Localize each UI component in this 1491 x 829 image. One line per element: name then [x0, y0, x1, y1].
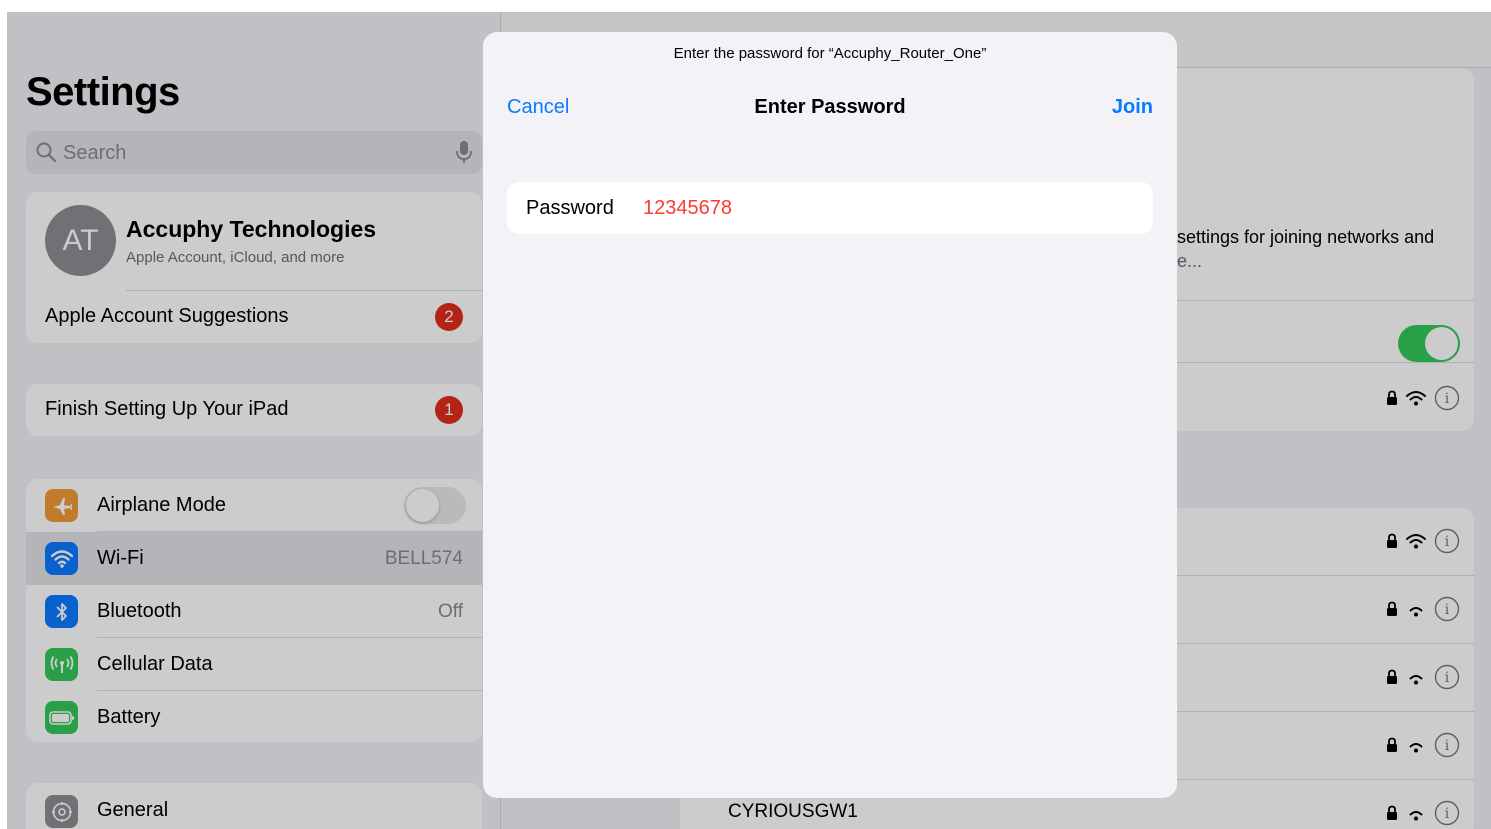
password-label: Password [526, 197, 614, 219]
enter-password-sheet: Enter the password for “Accuphy_Router_O… [483, 32, 1177, 798]
modal-prompt: Enter the password for “Accuphy_Router_O… [673, 45, 987, 62]
password-field[interactable]: Password 12345678 [507, 182, 1153, 234]
ipad-screen: Settings Search AT Accuphy Technologies … [7, 12, 1491, 829]
join-button[interactable]: Join [1112, 96, 1153, 119]
password-input[interactable]: 12345678 [643, 197, 732, 220]
modal-title: Enter Password [754, 96, 906, 118]
